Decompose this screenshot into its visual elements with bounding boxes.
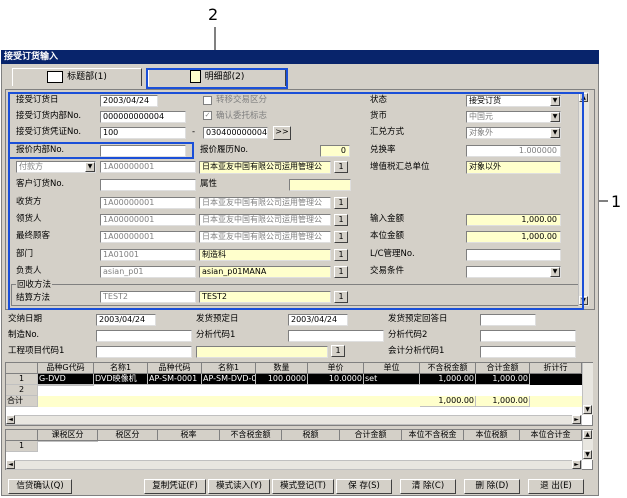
book-icon — [47, 70, 64, 83]
table-row[interactable]: 1 — [6, 441, 582, 452]
grid1-header-9: 合计金额 — [476, 363, 530, 374]
analysis2-label: 分析代码2 — [388, 330, 428, 340]
tab-header[interactable]: 标题部(1) — [12, 68, 142, 86]
row1-qty: 100.0000 — [256, 374, 308, 385]
header-area-highlight — [8, 92, 584, 310]
grid1-header-4: 名称1 — [202, 363, 256, 374]
grid2-hscroll[interactable] — [6, 460, 582, 470]
make-no-label: 制造No. — [8, 330, 40, 340]
save-button[interactable]: 保 存(S) — [336, 479, 392, 494]
grid2-scroll-left-icon[interactable]: ◄ — [6, 460, 15, 469]
delete-button[interactable]: 删 除(D) — [464, 479, 520, 494]
tab-detail-highlight — [146, 68, 288, 89]
exit-button[interactable]: 退 出(E) — [528, 479, 584, 494]
table-total-row: 合计 1,000.00 1,000.00 — [6, 396, 582, 407]
row1-sum: 1,000.00 — [476, 374, 530, 385]
row1-name1: DVD映像机 — [94, 374, 148, 385]
delivery-field[interactable]: 2003/04/24 — [96, 314, 156, 326]
acct-analysis-label: 会计分析代码1 — [388, 346, 445, 356]
grid1-header-3: 品种代码 — [148, 363, 202, 374]
grid2-header-3: 税率 — [158, 430, 220, 441]
grid2-header-9: 本位合计金 — [520, 430, 582, 441]
delivery-label: 交纳日期 — [8, 314, 43, 324]
clear-button[interactable]: 清 除(C) — [400, 479, 456, 494]
window-title: 接受订货输入 — [1, 50, 599, 64]
grid2-header-1: 课税区分 — [38, 430, 98, 441]
grid1-header-7: 单位 — [364, 363, 420, 374]
load-pattern-button[interactable]: 模式读入(Y) — [208, 479, 270, 494]
grid1-header-8: 不含税金额 — [420, 363, 476, 374]
grid1-scroll-down-icon[interactable]: ▼ — [583, 405, 592, 414]
project-code-field[interactable] — [96, 346, 192, 358]
analysis2-field[interactable] — [480, 330, 576, 342]
grid2-header-4: 不含税金额 — [220, 430, 282, 441]
credit-check-button[interactable]: 信贷确认(Q) — [8, 479, 72, 494]
grid1-header-6: 单价 — [308, 363, 364, 374]
row1-name2: AP-SM-DVD-000 — [202, 374, 256, 385]
grid2-header-5: 税额 — [282, 430, 340, 441]
project-name-field[interactable] — [196, 346, 328, 358]
total-amt: 1,000.00 — [420, 396, 476, 407]
row1-unit: set — [364, 374, 420, 385]
copy-voucher-button[interactable]: 复制凭证(F) — [144, 479, 206, 494]
row2-group — [38, 385, 94, 386]
grid1-scroll-left-icon[interactable]: ◄ — [6, 415, 15, 424]
grid2-header-7: 本位不含税金 — [402, 430, 464, 441]
table-row[interactable]: 2 — [6, 385, 582, 396]
grid2-header-2: 税区分 — [98, 430, 158, 441]
make-no-field[interactable] — [96, 330, 192, 342]
grid2-header-6: 合计金额 — [340, 430, 402, 441]
total-label: 合计 — [6, 396, 38, 407]
register-pattern-button[interactable]: 模式登记(T) — [272, 479, 334, 494]
grid1-header-5: 数量 — [256, 363, 308, 374]
tax-grid: 课税区分 税区分 税率 不含税金额 税额 合计金额 本位不含税金 本位税额 本位… — [5, 429, 593, 470]
row1-group: G-DVD — [38, 374, 94, 385]
grid2-scroll-down-icon[interactable]: ▼ — [583, 450, 592, 459]
row1-price: 10.0000 — [308, 374, 364, 385]
grid2-scroll-up-icon[interactable]: ▲ — [583, 430, 592, 439]
row1-amt: 1,000.00 — [420, 374, 476, 385]
project-label: 工程项目代码1 — [8, 346, 65, 356]
callout-1: 1 — [611, 192, 622, 211]
acct-analysis-field[interactable] — [480, 346, 576, 358]
row2-no: 2 — [6, 385, 38, 396]
ship-reply-field[interactable] — [480, 314, 536, 326]
analysis1-field[interactable] — [288, 330, 384, 342]
grid1-hscroll[interactable] — [6, 415, 582, 425]
grid1-header-0 — [6, 363, 38, 374]
grid1-header-2: 名称1 — [94, 363, 148, 374]
grid1-header-1: 品种G代码 — [38, 363, 94, 374]
analysis1-label: 分析代码1 — [196, 330, 236, 340]
total-sum: 1,000.00 — [476, 396, 530, 407]
grid1-header-10: 折计行 — [530, 363, 582, 374]
row1-item: AP-SM-0001 — [148, 374, 202, 385]
tax-row1-cls — [38, 441, 98, 442]
row1-no: 1 — [6, 374, 38, 385]
items-grid: 品种G代码 名称1 品种代码 名称1 数量 单价 单位 不含税金额 合计金额 折… — [5, 362, 593, 426]
grid2-header-8: 本位税额 — [464, 430, 520, 441]
grid2-header-0 — [6, 430, 38, 441]
ship-plan-label: 发货预定日 — [196, 314, 239, 324]
grid1-scroll-right-icon[interactable]: ► — [572, 415, 581, 424]
tax-row1-no: 1 — [6, 441, 38, 452]
table-row-selected[interactable]: 1 G-DVD DVD映像机 AP-SM-0001 AP-SM-DVD-000 … — [6, 374, 582, 385]
ship-reply-label: 发货预定回答日 — [388, 314, 448, 324]
project-search-button[interactable]: 1 — [331, 345, 345, 357]
ship-plan-field[interactable]: 2003/04/24 — [288, 314, 348, 326]
grid2-scroll-right-icon[interactable]: ► — [572, 460, 581, 469]
tab-header-label: 标题部(1) — [67, 72, 107, 82]
